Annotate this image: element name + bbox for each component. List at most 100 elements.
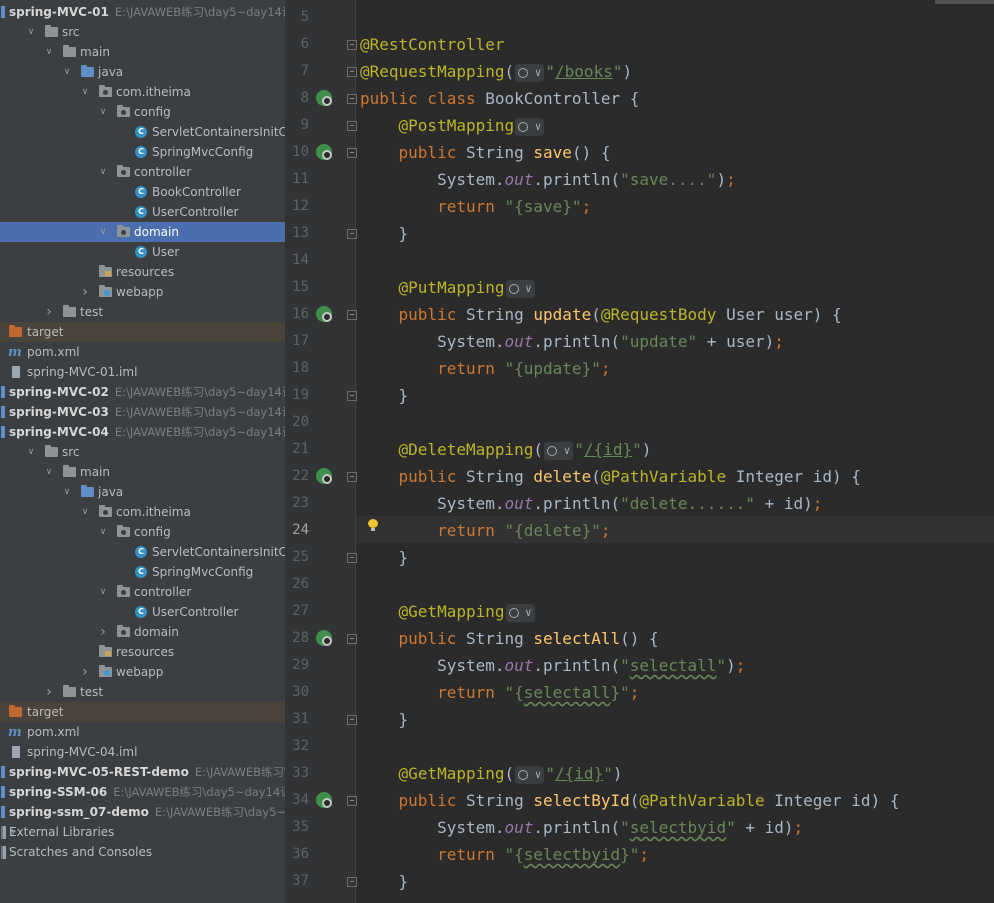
tree-item[interactable]: m pom.xml	[0, 722, 285, 742]
tree-item[interactable]: spring-SSM-06 E:\JAVAWEB练习\day5~day14课	[0, 782, 285, 802]
chevron-right-icon[interactable]: ›	[44, 682, 54, 702]
excluded-folder-icon	[9, 705, 22, 717]
fold-marker-icon[interactable]	[347, 121, 357, 131]
spring-endpoint-icon[interactable]	[316, 468, 332, 484]
chevron-down-icon[interactable]: ∨	[98, 522, 108, 542]
chevron-right-icon[interactable]: ›	[80, 282, 90, 302]
chevron-down-icon[interactable]: ∨	[62, 482, 72, 502]
chevron-down-icon[interactable]: ∨	[80, 82, 90, 102]
tree-item[interactable]: C UserController	[0, 602, 285, 622]
tree-item[interactable]: spring-MVC-04.iml	[0, 742, 285, 762]
url-inlay-hint[interactable]: ∨	[515, 765, 545, 784]
spring-endpoint-icon[interactable]	[316, 792, 332, 808]
spring-endpoint-icon[interactable]	[316, 630, 332, 646]
url-inlay-hint[interactable]: ∨	[505, 279, 535, 298]
fold-marker-icon[interactable]	[347, 94, 357, 104]
chevron-down-icon[interactable]: ∨	[98, 582, 108, 602]
tree-item[interactable]: spring-MVC-02 E:\JAVAWEB练习\day5~day14课	[0, 382, 285, 402]
fold-marker-icon[interactable]	[347, 310, 357, 320]
tree-item[interactable]: ∨ domain	[0, 222, 285, 242]
spring-endpoint-icon[interactable]	[316, 90, 332, 106]
line-number: 25	[292, 549, 309, 565]
chevron-down-icon[interactable]: ∨	[98, 162, 108, 182]
tree-item[interactable]: spring-MVC-05-REST-demoE:\JAVAWEB练习\d	[0, 762, 285, 782]
tree-item[interactable]: spring-ssm_07-demo E:\JAVAWEB练习\day5~d	[0, 802, 285, 822]
tree-item[interactable]: C ServletContainersInitConfig	[0, 122, 285, 142]
tree-item[interactable]: spring-MVC-04 E:\JAVAWEB练习\day5~day14课	[0, 422, 285, 442]
fold-marker-icon[interactable]	[347, 391, 357, 401]
tree-item[interactable]: C SpringMvcConfig	[0, 142, 285, 162]
tree-item[interactable]: ∨ src	[0, 442, 285, 462]
tree-item-label: src	[62, 445, 80, 459]
chevron-down-icon[interactable]: ∨	[26, 442, 36, 462]
url-inlay-hint[interactable]: ∨	[505, 603, 535, 622]
chevron-down-icon[interactable]: ∨	[80, 502, 90, 522]
module-path: E:\JAVAWEB练习\day5~day14课	[114, 425, 285, 439]
tree-item[interactable]: › External Libraries	[0, 822, 285, 842]
url-inlay-hint[interactable]: ∨	[515, 117, 545, 136]
tree-item[interactable]: C SpringMvcConfig	[0, 562, 285, 582]
tree-item[interactable]: resources	[0, 642, 285, 662]
tree-item[interactable]: ∨ controller	[0, 162, 285, 182]
line-number: 27	[292, 603, 309, 619]
tree-item[interactable]: ∨ main	[0, 42, 285, 62]
fold-marker-icon[interactable]	[347, 634, 357, 644]
fold-marker-icon[interactable]	[347, 229, 357, 239]
fold-marker-icon[interactable]	[347, 148, 357, 158]
chevron-down-icon[interactable]: ∨	[26, 22, 36, 42]
url-inlay-hint[interactable]: ∨	[515, 63, 545, 82]
web-folder-icon	[99, 285, 112, 297]
tree-item[interactable]: ∨ main	[0, 462, 285, 482]
tree-item[interactable]: C User	[0, 242, 285, 262]
tree-item[interactable]: target	[0, 322, 285, 342]
spring-endpoint-icon[interactable]	[316, 144, 332, 160]
chevron-down-icon[interactable]: ∨	[98, 222, 108, 242]
scrollbar-thumb[interactable]	[935, 0, 994, 4]
tree-item[interactable]: › webapp	[0, 662, 285, 682]
tree-item[interactable]: ∨ controller	[0, 582, 285, 602]
tree-item[interactable]: › test	[0, 302, 285, 322]
tree-item[interactable]: ∨ java	[0, 62, 285, 82]
tree-item[interactable]: spring-MVC-01 E:\JAVAWEB练习\day5~day14课	[0, 2, 285, 22]
chevron-down-icon[interactable]: ∨	[98, 102, 108, 122]
fold-marker-icon[interactable]	[347, 877, 357, 887]
tree-item[interactable]: ∨ com.itheima	[0, 502, 285, 522]
tree-item[interactable]: › test	[0, 682, 285, 702]
fold-marker-icon[interactable]	[347, 553, 357, 563]
fold-marker-icon[interactable]	[347, 472, 357, 482]
tree-item[interactable]: m pom.xml	[0, 342, 285, 362]
fold-marker-icon[interactable]	[347, 796, 357, 806]
globe-icon	[508, 607, 519, 618]
code-line: System.out.println("update" + user);	[360, 332, 784, 351]
chevron-down-icon[interactable]: ∨	[62, 62, 72, 82]
tree-item[interactable]: ∨ java	[0, 482, 285, 502]
module-icon	[1, 786, 5, 798]
chevron-right-icon[interactable]: ›	[44, 302, 54, 322]
intention-bulb-icon[interactable]	[368, 519, 378, 531]
tree-item[interactable]: › domain	[0, 622, 285, 642]
tree-item[interactable]: spring-MVC-03 E:\JAVAWEB练习\day5~day14课	[0, 402, 285, 422]
tree-item[interactable]: ∨ config	[0, 102, 285, 122]
chevron-right-icon[interactable]: ›	[98, 622, 108, 642]
tree-item[interactable]: ∨ config	[0, 522, 285, 542]
tree-item[interactable]: Scratches and Consoles	[0, 842, 285, 862]
tree-item[interactable]: C UserController	[0, 202, 285, 222]
tree-item[interactable]: › webapp	[0, 282, 285, 302]
tree-item[interactable]: C BookController	[0, 182, 285, 202]
project-tree[interactable]: spring-MVC-01 E:\JAVAWEB练习\day5~day14课 ∨ sr…	[0, 0, 285, 903]
spring-endpoint-icon[interactable]	[316, 306, 332, 322]
fold-marker-icon[interactable]	[347, 67, 357, 77]
tree-item[interactable]: spring-MVC-01.iml	[0, 362, 285, 382]
url-inlay-hint[interactable]: ∨	[544, 441, 574, 460]
fold-marker-icon[interactable]	[347, 715, 357, 725]
tree-item[interactable]: ∨ com.itheima	[0, 82, 285, 102]
chevron-right-icon[interactable]: ›	[80, 662, 90, 682]
chevron-down-icon[interactable]: ∨	[44, 462, 54, 482]
tree-item[interactable]: target	[0, 702, 285, 722]
tree-item[interactable]: resources	[0, 262, 285, 282]
fold-marker-icon[interactable]	[347, 40, 357, 50]
chevron-down-icon[interactable]: ∨	[44, 42, 54, 62]
tree-item[interactable]: C ServletContainersInitConfig	[0, 542, 285, 562]
tree-item[interactable]: ∨ src	[0, 22, 285, 42]
module-icon	[1, 386, 5, 398]
